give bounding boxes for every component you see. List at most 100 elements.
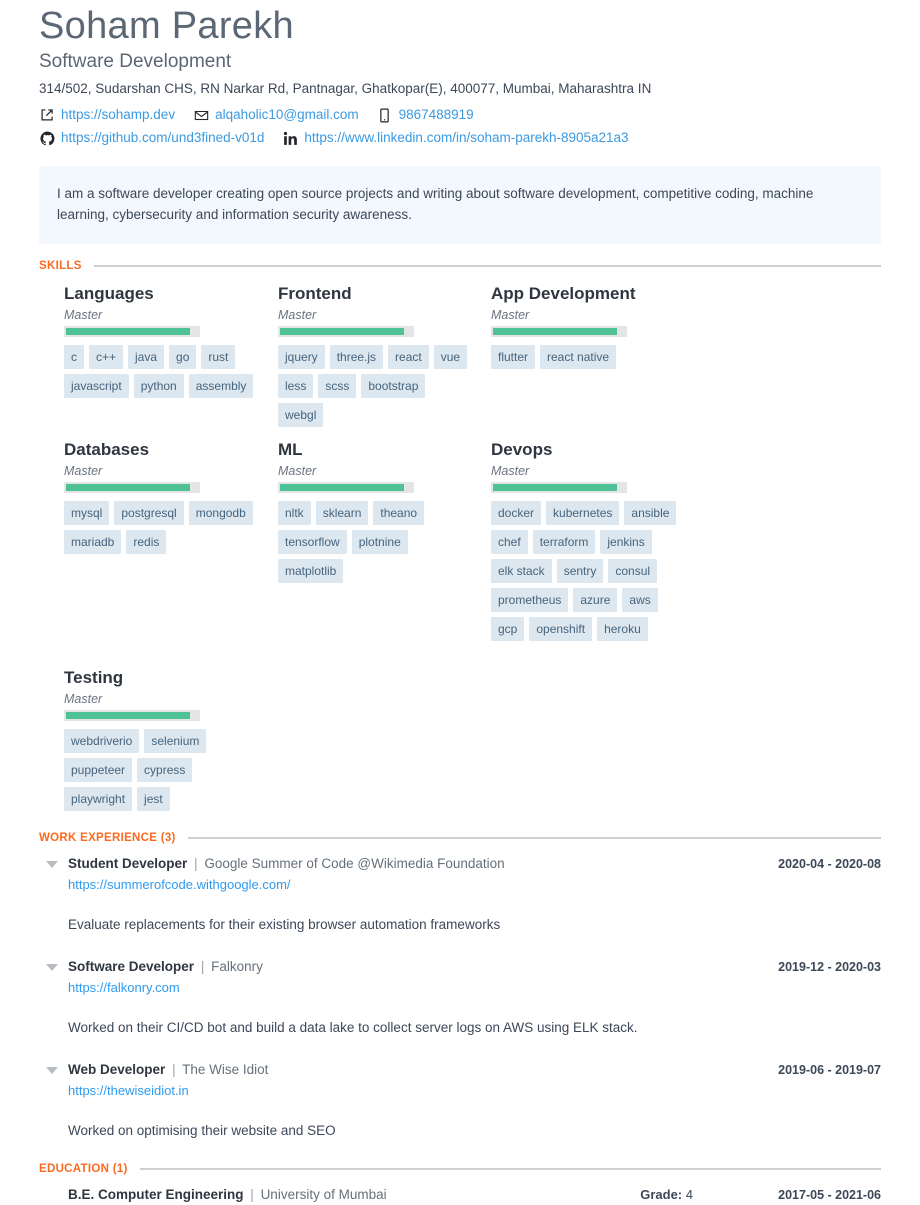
contact-row-secondary: https://github.com/und3fined-v01d https:…: [39, 128, 881, 148]
section-header-education: EDUCATION (1): [39, 1163, 881, 1175]
caret-down-icon[interactable]: [46, 1067, 58, 1074]
work-entry-header: Software Developer | Falkonry 2019-12 - …: [68, 957, 881, 977]
contact-email[interactable]: alqaholic10@gmail.com: [193, 107, 359, 123]
skill-tag[interactable]: postgresql: [114, 501, 184, 525]
contact-linkedin-link[interactable]: https://www.linkedin.com/in/soham-parekh…: [304, 130, 628, 146]
skill-level: Master: [491, 308, 530, 322]
skill-block-frontend: Frontend Master jquery three.js react vu…: [278, 282, 491, 438]
work-experience-list: Student Developer | Google Summer of Cod…: [39, 854, 881, 1141]
contact-github[interactable]: https://github.com/und3fined-v01d: [39, 130, 264, 146]
contact-email-link[interactable]: alqaholic10@gmail.com: [215, 107, 359, 123]
skill-tag[interactable]: bootstrap: [361, 374, 426, 398]
work-entry[interactable]: Student Developer | Google Summer of Cod…: [46, 854, 881, 935]
skill-tag[interactable]: selenium: [144, 729, 207, 753]
skill-tag[interactable]: aws: [622, 588, 658, 612]
skill-tag[interactable]: tensorflow: [278, 530, 347, 554]
section-label-skills: SKILLS: [39, 260, 82, 272]
section-header-work: WORK EXPERIENCE (3): [39, 832, 881, 844]
skill-tag[interactable]: react: [388, 345, 429, 369]
skill-block-ml: ML Master nltk sklearn theano tensorflow…: [278, 438, 491, 652]
skill-tags: jquery three.js react vue less scss boot…: [278, 345, 478, 432]
skill-tag[interactable]: cypress: [137, 758, 193, 782]
work-organization: The Wise Idiot: [182, 1062, 269, 1077]
skill-tag[interactable]: heroku: [597, 617, 648, 641]
skill-tag[interactable]: go: [169, 345, 197, 369]
skill-tag[interactable]: openshift: [529, 617, 593, 641]
skill-tag[interactable]: sklearn: [315, 501, 369, 525]
candidate-subtitle: Software Development: [39, 51, 232, 72]
skill-tag[interactable]: nltk: [278, 501, 311, 525]
skill-tag[interactable]: theano: [373, 501, 425, 525]
work-url-link[interactable]: https://falkonry.com: [68, 978, 180, 998]
caret-down-icon[interactable]: [46, 861, 58, 868]
work-entry[interactable]: Software Developer | Falkonry 2019-12 - …: [46, 957, 881, 1038]
skill-tag[interactable]: flutter: [491, 345, 536, 369]
work-entry[interactable]: Web Developer | The Wise Idiot 2019-06 -…: [46, 1060, 881, 1141]
caret-down-icon[interactable]: [46, 964, 58, 971]
skill-tag[interactable]: scss: [318, 374, 357, 398]
contact-phone[interactable]: 9867488919: [377, 107, 474, 123]
skill-tag[interactable]: plotnine: [351, 530, 408, 554]
candidate-address: 314/502, Sudarshan CHS, RN Narkar Rd, Pa…: [39, 81, 652, 96]
skill-tag[interactable]: webgl: [278, 403, 324, 427]
skill-block-languages: Languages Master c c++ java go rust java…: [64, 282, 278, 438]
skill-tag[interactable]: assembly: [188, 374, 254, 398]
skill-tag[interactable]: azure: [573, 588, 618, 612]
skill-tag[interactable]: java: [128, 345, 165, 369]
skill-tag[interactable]: python: [133, 374, 184, 398]
skill-title: ML: [278, 440, 303, 459]
work-url-link[interactable]: https://summerofcode.withgoogle.com/: [68, 875, 291, 895]
contact-linkedin[interactable]: https://www.linkedin.com/in/soham-parekh…: [282, 130, 629, 146]
skill-tag[interactable]: javascript: [64, 374, 129, 398]
skill-tag[interactable]: three.js: [329, 345, 384, 369]
skill-tag[interactable]: mysql: [64, 501, 110, 525]
skill-tag[interactable]: sentry: [556, 559, 604, 583]
skill-tag[interactable]: prometheus: [491, 588, 569, 612]
skill-level: Master: [64, 464, 103, 478]
skill-tag[interactable]: terraform: [532, 530, 596, 554]
skill-tag[interactable]: mongodb: [188, 501, 253, 525]
skill-tag[interactable]: jquery: [278, 345, 325, 369]
skill-tag[interactable]: rust: [201, 345, 236, 369]
skill-tags: nltk sklearn theano tensorflow plotnine …: [278, 501, 478, 588]
skill-tag[interactable]: less: [278, 374, 314, 398]
skill-tag[interactable]: elk stack: [491, 559, 552, 583]
skill-tag[interactable]: jenkins: [600, 530, 652, 554]
section-rule: [187, 837, 881, 839]
skill-tag[interactable]: jest: [137, 787, 170, 811]
skill-tag[interactable]: docker: [491, 501, 542, 525]
skill-tag[interactable]: gcp: [491, 617, 525, 641]
skill-tag[interactable]: chef: [491, 530, 528, 554]
skill-tag[interactable]: matplotlib: [278, 559, 344, 583]
work-url-link[interactable]: https://thewiseidiot.in: [68, 1081, 189, 1101]
work-entry-header: Student Developer | Google Summer of Cod…: [68, 854, 881, 874]
skill-level: Master: [64, 308, 103, 322]
skill-title: Databases: [64, 440, 150, 459]
skill-tag[interactable]: vue: [433, 345, 468, 369]
skill-tag[interactable]: ansible: [624, 501, 677, 525]
skill-progress-track: [278, 482, 414, 493]
skill-tags: flutter react native: [491, 345, 701, 374]
work-description: Worked on their CI/CD bot and build a da…: [68, 1020, 638, 1035]
contact-website[interactable]: https://sohamp.dev: [39, 107, 175, 123]
skill-tag[interactable]: puppeteer: [64, 758, 133, 782]
contact-github-link[interactable]: https://github.com/und3fined-v01d: [61, 130, 264, 146]
section-label-work: WORK EXPERIENCE (3): [39, 832, 176, 844]
work-entry-title: Web Developer | The Wise Idiot: [68, 1060, 778, 1080]
skill-tag[interactable]: c++: [89, 345, 124, 369]
linkedin-icon: [282, 130, 298, 146]
skill-tag[interactable]: consul: [608, 559, 658, 583]
skill-block-app-development: App Development Master flutter react nat…: [491, 282, 881, 438]
skill-tag[interactable]: playwright: [64, 787, 133, 811]
contact-website-link[interactable]: https://sohamp.dev: [61, 107, 175, 123]
skill-level: Master: [278, 464, 317, 478]
skill-tag[interactable]: c: [64, 345, 84, 369]
contact-phone-link[interactable]: 9867488919: [399, 107, 474, 123]
skill-tag[interactable]: kubernetes: [546, 501, 620, 525]
skill-tag[interactable]: react native: [540, 345, 617, 369]
skill-tag[interactable]: mariadb: [64, 530, 122, 554]
work-role: Software Developer: [68, 959, 195, 974]
skill-tag[interactable]: webdriverio: [64, 729, 140, 753]
skill-tag[interactable]: redis: [126, 530, 167, 554]
skill-progress-fill: [493, 328, 618, 335]
